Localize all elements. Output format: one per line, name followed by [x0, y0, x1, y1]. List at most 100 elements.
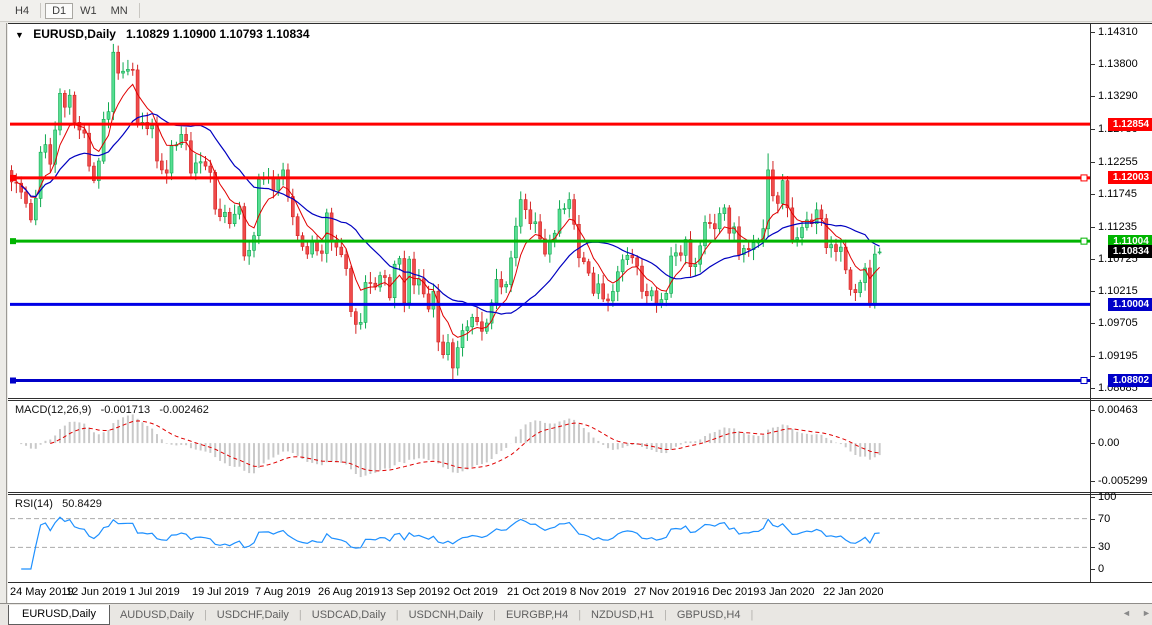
price-tick-label: 1.12255 — [1098, 156, 1138, 168]
price-tick-label: 1.11235 — [1098, 221, 1137, 233]
date-label: 7 Aug 2019 — [255, 586, 311, 598]
date-label: 1 Jul 2019 — [129, 586, 180, 598]
rsi-tick-label: 0 — [1098, 563, 1104, 575]
current-price-label: 1.10834 — [1108, 245, 1152, 258]
rsi-panel-plot[interactable] — [10, 495, 1090, 581]
chart-tab-bar: EURUSD,DailyAUDUSD,Daily|USDCHF,Daily|US… — [0, 603, 1152, 625]
price-tick-label: 1.13290 — [1098, 90, 1138, 102]
panel-separator — [8, 494, 1152, 495]
line-handle-left[interactable] — [10, 378, 16, 384]
date-label: 16 Dec 2019 — [697, 586, 759, 598]
price-tick-label: 1.10215 — [1098, 285, 1138, 297]
macd-tick-label: 0.00463 — [1098, 404, 1138, 416]
price-tick-label: 1.14310 — [1098, 26, 1138, 38]
price-tick-label: 1.09705 — [1098, 317, 1138, 329]
rsi-tick-mark — [1090, 547, 1095, 548]
chart-window[interactable]: ▼ EURUSD,Daily 1.10829 1.10900 1.10793 1… — [8, 23, 1152, 603]
line-handle-right[interactable] — [1081, 238, 1087, 244]
date-label: 26 Aug 2019 — [318, 586, 380, 598]
rsi-tick-label: 30 — [1098, 541, 1110, 553]
rsi-tick-mark — [1090, 569, 1095, 570]
price-axis-separator — [1090, 23, 1091, 582]
date-label: 8 Nov 2019 — [570, 586, 626, 598]
price-tick-mark — [1090, 388, 1095, 389]
price-tick-label: 1.09195 — [1098, 350, 1138, 362]
date-label: 2 Oct 2019 — [444, 586, 498, 598]
tab-separator: | — [750, 609, 753, 621]
macd-signal-value: -0.002462 — [159, 404, 209, 416]
chart-ohlc-values: 1.10829 1.10900 1.10793 1.10834 — [126, 27, 310, 41]
date-label: 13 Sep 2019 — [381, 586, 443, 598]
toolbar-separator — [40, 3, 41, 18]
main-chart-plot[interactable] — [10, 24, 1090, 397]
timeframe-button-h4[interactable]: H4 — [8, 3, 36, 19]
panel-separator — [8, 23, 1152, 24]
panel-separator — [8, 398, 1152, 399]
line-handle-left[interactable] — [10, 175, 16, 181]
price-tick-label: 1.13800 — [1098, 58, 1138, 70]
hline-price-label: 1.10004 — [1108, 298, 1152, 311]
line-handle-right[interactable] — [1081, 175, 1087, 181]
macd-tick-mark — [1090, 410, 1095, 411]
macd-tick-label: 0.00 — [1098, 437, 1119, 449]
rsi-line — [21, 517, 879, 569]
chart-symbol-label: EURUSD,Daily — [33, 27, 116, 41]
rsi-tick-mark — [1090, 519, 1095, 520]
price-tick-mark — [1090, 32, 1095, 33]
rsi-tick-label: 70 — [1098, 513, 1110, 525]
macd-indicator-label: MACD(12,26,9) -0.001713 -0.002462 — [15, 404, 209, 416]
price-tick-mark — [1090, 96, 1095, 97]
tab-scroll-right-icon[interactable]: ► — [1142, 608, 1151, 618]
date-label: 24 May 2019 — [10, 586, 74, 598]
macd-name: MACD(12,26,9) — [15, 404, 91, 416]
line-handle-left[interactable] — [10, 238, 16, 244]
ma-slow-line — [21, 114, 879, 315]
hline-price-label: 1.08802 — [1108, 374, 1152, 387]
date-label: 22 Jan 2020 — [823, 586, 884, 598]
tab-scroll-left-icon[interactable]: ◄ — [1122, 608, 1131, 618]
macd-histogram — [21, 414, 879, 477]
price-tick-mark — [1090, 64, 1095, 65]
date-label: 19 Jul 2019 — [192, 586, 249, 598]
macd-tick-label: -0.005299 — [1098, 475, 1148, 487]
price-tick-mark — [1090, 259, 1095, 260]
chart-tab-gbpusd[interactable]: GBPUSD,H4 — [667, 609, 751, 621]
panel-separator — [8, 400, 1152, 401]
panel-separator — [8, 582, 1152, 583]
price-tick-mark — [1090, 162, 1095, 163]
rsi-value: 50.8429 — [62, 498, 102, 510]
timeframe-button-w1[interactable]: W1 — [73, 3, 104, 19]
window-left-border — [6, 23, 7, 603]
price-tick-mark — [1090, 227, 1095, 228]
chart-tab-eurgbp[interactable]: EURGBP,H4 — [496, 609, 578, 621]
date-label: 12 Jun 2019 — [66, 586, 127, 598]
chart-tab-usdchf[interactable]: USDCHF,Daily — [207, 609, 299, 621]
timeframe-toolbar: H4 D1W1MN — [0, 0, 1152, 22]
rsi-name: RSI(14) — [15, 498, 53, 510]
macd-tick-mark — [1090, 481, 1095, 482]
chart-title: ▼ EURUSD,Daily 1.10829 1.10900 1.10793 1… — [15, 27, 310, 41]
chart-tab-eurusd[interactable]: EURUSD,Daily — [8, 605, 110, 625]
toolbar-separator — [139, 3, 140, 18]
macd-signal-line — [50, 421, 879, 471]
timeframe-button-mn[interactable]: MN — [104, 3, 135, 19]
price-tick-mark — [1090, 291, 1095, 292]
rsi-tick-label: 100 — [1098, 491, 1116, 503]
panel-separator — [8, 492, 1152, 493]
chart-tab-usdcnh[interactable]: USDCNH,Daily — [399, 609, 494, 621]
date-label: 21 Oct 2019 — [507, 586, 567, 598]
rsi-indicator-label: RSI(14) 50.8429 — [15, 498, 102, 510]
chart-tab-audusd[interactable]: AUDUSD,Daily — [110, 609, 204, 621]
chart-tab-usdcad[interactable]: USDCAD,Daily — [302, 609, 396, 621]
macd-tick-mark — [1090, 443, 1095, 444]
date-label: 27 Nov 2019 — [634, 586, 696, 598]
hline-price-label: 1.12854 — [1108, 118, 1152, 131]
timeframe-button-d1[interactable]: D1 — [45, 3, 73, 19]
price-tick-mark — [1090, 323, 1095, 324]
collapse-triangle-icon[interactable]: ▼ — [15, 30, 24, 40]
macd-main-value: -0.001713 — [101, 404, 151, 416]
price-tick-mark — [1090, 356, 1095, 357]
chart-tab-nzdusd[interactable]: NZDUSD,H1 — [581, 609, 664, 621]
hline-price-label: 1.12003 — [1108, 171, 1152, 184]
line-handle-right[interactable] — [1081, 378, 1087, 384]
